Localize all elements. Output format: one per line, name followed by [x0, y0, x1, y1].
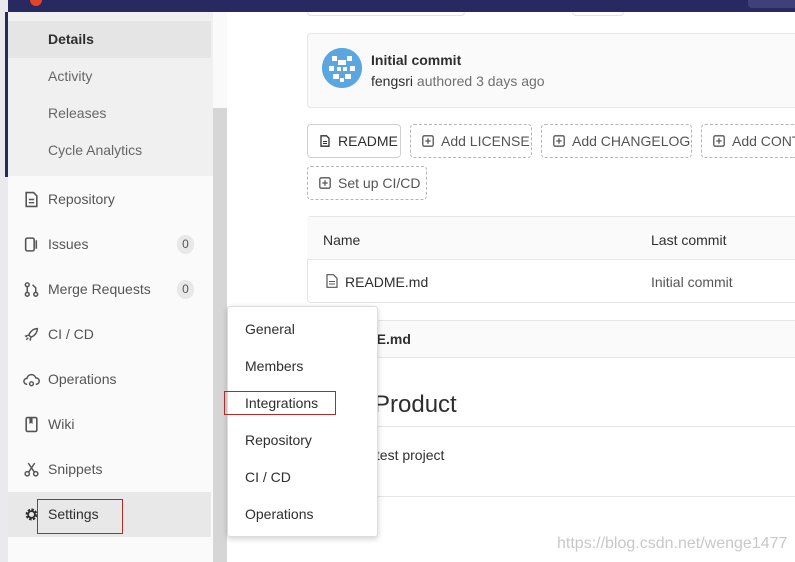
submenu-item-activity[interactable]: Activity [8, 58, 211, 95]
scissors-icon [24, 462, 39, 477]
add-changelog-button[interactable]: Add CHANGELOG [541, 124, 692, 158]
flyout-item-members[interactable]: Members [245, 358, 303, 374]
plus-square-icon [319, 177, 331, 189]
flyout-item-repository[interactable]: Repository [245, 432, 312, 448]
last-commit-panel [307, 33, 795, 108]
readme-content [307, 357, 795, 497]
sidebar-item-label: Issues [48, 236, 89, 252]
sidebar-item-issues[interactable]: Issues 0 [8, 222, 211, 267]
readme-heading: Product [374, 391, 457, 418]
sidebar-item-merge-requests[interactable]: Merge Requests 0 [8, 267, 211, 312]
merge-requests-count-badge: 0 [177, 280, 194, 299]
sidebar-item-label: CI / CD [48, 326, 94, 342]
setup-cicd-label: Set up CI/CD [338, 175, 421, 191]
issues-count-badge: 0 [177, 235, 194, 254]
sidebar-item-ci-cd[interactable]: CI / CD [8, 312, 211, 357]
book-icon [25, 416, 38, 433]
document-icon [25, 191, 38, 208]
add-contributing-label: Add CONT [732, 133, 795, 149]
avatar[interactable] [322, 48, 362, 88]
project-toolbar-fragment [572, 12, 624, 16]
settings-flyout-menu [227, 306, 378, 537]
sidebar-item-label: Operations [48, 371, 117, 387]
project-toolbar-fragment [307, 12, 465, 16]
column-header-name: Name [323, 232, 361, 248]
settings-annotation-box [37, 499, 123, 534]
flyout-item-operations[interactable]: Operations [245, 506, 313, 522]
commit-title[interactable]: Initial commit [371, 52, 461, 68]
file-row-name-link[interactable]: README.md [345, 274, 428, 290]
integrations-annotation-box [224, 391, 336, 415]
sidebar-item-repository[interactable]: Repository [8, 177, 211, 222]
rocket-icon [24, 327, 39, 341]
submenu-item-details[interactable]: Details [8, 21, 211, 58]
readme-button[interactable]: README [307, 124, 401, 158]
file-icon [326, 274, 338, 288]
window-left-edge [0, 0, 8, 562]
submenu-item-cycle-analytics[interactable]: Cycle Analytics [8, 132, 211, 169]
submenu-item-releases[interactable]: Releases [8, 95, 211, 132]
add-changelog-label: Add CHANGELOG [572, 133, 691, 149]
top-navbar [0, 0, 795, 12]
sidebar-scrollbar[interactable] [213, 108, 227, 562]
sidebar-item-label: Merge Requests [48, 281, 151, 297]
add-license-label: Add LICENSE [441, 133, 530, 149]
file-row-last-commit-link[interactable]: Initial commit [651, 274, 733, 290]
watermark: https://blog.csdn.net/wenge1477 [557, 535, 788, 552]
navbar-user-button[interactable] [748, 0, 795, 8]
setup-cicd-button[interactable]: Set up CI/CD [307, 166, 427, 200]
cloud-gear-icon [23, 373, 40, 387]
merge-request-icon [24, 282, 39, 297]
sidebar-item-wiki[interactable]: Wiki [8, 402, 211, 447]
column-header-last-commit: Last commit [651, 232, 727, 248]
document-icon [320, 135, 330, 147]
commit-author-line: fengsri authored 3 days ago [371, 73, 545, 89]
plus-square-icon [553, 135, 565, 147]
add-license-button[interactable]: Add LICENSE [410, 124, 532, 158]
issues-icon [24, 237, 38, 252]
readme-button-label: README [338, 133, 398, 149]
readme-divider [307, 426, 795, 427]
add-contributing-button[interactable]: Add CONT [701, 124, 795, 158]
sidebar-item-operations[interactable]: Operations [8, 357, 211, 402]
commit-author-link[interactable]: fengsri [371, 73, 413, 89]
flyout-item-general[interactable]: General [245, 321, 295, 337]
plus-square-icon [713, 135, 725, 147]
identicon-icon [322, 48, 362, 88]
commit-time: authored 3 days ago [416, 73, 545, 89]
plus-square-icon [422, 135, 434, 147]
sidebar-item-snippets[interactable]: Snippets [8, 447, 211, 492]
flyout-item-ci-cd[interactable]: CI / CD [245, 469, 291, 485]
sidebar-item-label: Wiki [48, 416, 75, 432]
sidebar-item-label: Repository [48, 191, 115, 207]
sidebar-item-label: Snippets [48, 461, 103, 477]
